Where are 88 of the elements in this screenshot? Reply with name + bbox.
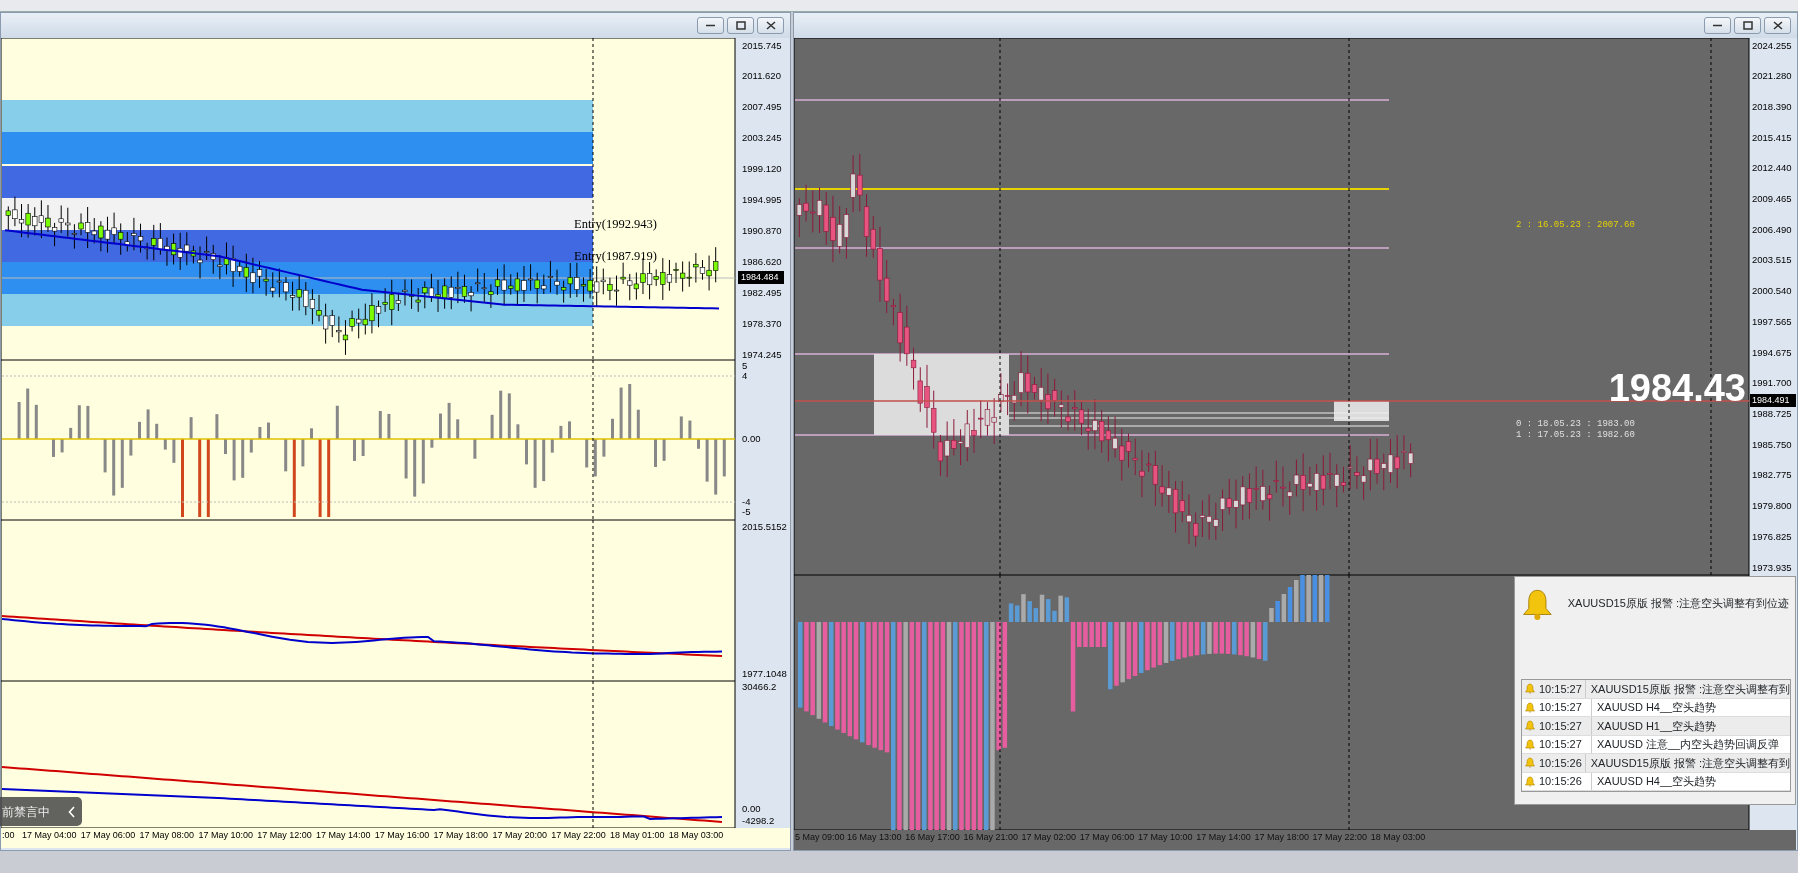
axis-label: -4298.2 xyxy=(742,814,775,826)
price-axis-label: 2009.465 xyxy=(1752,193,1792,205)
time-axis-label: 17 May 10:00 xyxy=(198,830,253,841)
price-axis-label: 2007.495 xyxy=(742,101,782,113)
price-axis-label: 2015.415 xyxy=(1752,131,1792,143)
axis-label: 30466.2 xyxy=(742,681,777,692)
level-label: 1 : 17.05.23 : 1982.60 xyxy=(1516,430,1635,441)
alert-time: 10:15:27 xyxy=(1539,718,1582,734)
price-axis-label: 1982.495 xyxy=(742,286,782,298)
alert-text: XAUUSD H1__空头趋势 xyxy=(1596,718,1717,734)
alert-time: 10:15:26 xyxy=(1539,755,1582,771)
chat-status-label: 前禁言中 xyxy=(2,803,50,821)
price-axis-label: 1990.870 xyxy=(742,224,782,236)
price-axis-label: 2000.540 xyxy=(1752,285,1792,297)
time-axis-label: 17 May 12:00 xyxy=(257,830,312,841)
time-axis-label: 17 May 14:00 xyxy=(1196,832,1251,843)
price-axis-label: 2018.390 xyxy=(1752,100,1792,112)
time-axis-label: 16 May 13:00 xyxy=(847,832,902,843)
level-label: 0 : 18.05.23 : 1983.00 xyxy=(1516,419,1635,430)
price-axis-label: 2011.620 xyxy=(742,70,781,82)
price-axis-label: 2024.255 xyxy=(1752,39,1792,51)
time-axis-label: 18 May 03:00 xyxy=(1370,832,1426,843)
price-axis-label: 1997.565 xyxy=(1752,315,1792,327)
time-axis-label: 17 May 22:00 xyxy=(551,830,606,841)
alert-message: XAUUSD15原版 报警 :注意空头调整有到位迹 xyxy=(1567,596,1789,611)
axis-label: 1977.1048 xyxy=(742,667,787,679)
axis-label: -5 xyxy=(742,505,751,517)
level-label: 2 : 16.05.23 : 2007.60 xyxy=(1516,220,1635,231)
price-axis-label: 2015.745 xyxy=(742,39,782,51)
price-axis-label: 1974.245 xyxy=(742,348,782,360)
alert-time: 10:15:27 xyxy=(1539,737,1582,752)
time-axis-label: 17 May 08:00 xyxy=(139,830,195,841)
price-axis-label: 1999.120 xyxy=(742,163,782,175)
axis-label: 2015.5152 xyxy=(742,520,787,532)
price-axis-label: 2021.280 xyxy=(1752,70,1792,82)
axis-label: 0.00 xyxy=(742,802,761,814)
price-axis-label: 1986.620 xyxy=(742,255,782,267)
alert-time: 10:15:26 xyxy=(1539,774,1582,789)
price-axis-label: 2006.490 xyxy=(1752,223,1792,235)
time-axis-label: 17 May 18:00 xyxy=(1254,832,1309,843)
time-axis-label: 17 May 22:00 xyxy=(1312,832,1368,843)
axis-label: -4 xyxy=(742,495,751,507)
time-axis-label: 17 May 06:00 xyxy=(1079,832,1135,843)
time-axis-label: 17 May 10:00 xyxy=(1138,832,1193,843)
time-axis-label: 17 May 16:00 xyxy=(374,830,430,841)
alert-time: 10:15:27 xyxy=(1539,681,1582,697)
price-axis-label: 1994.995 xyxy=(742,194,782,205)
time-axis-label: 17 May 20:00 xyxy=(492,830,547,841)
axis-label: 5 xyxy=(742,360,748,371)
price-axis-label: 1979.800 xyxy=(1752,500,1792,512)
time-axis-label: 17 May 18:00 xyxy=(433,830,489,841)
price-axis-label: 1982.775 xyxy=(1752,469,1792,481)
time-axis-label: 5 May 09:00 xyxy=(795,832,845,843)
time-axis-label: 16 May 21:00 xyxy=(963,832,1018,843)
current-price-tag: 1984.484 xyxy=(738,271,784,284)
price-axis-label: 1976.825 xyxy=(1752,530,1792,542)
alert-text: XAUUSD15原版 报警 :注意空头调整有到 xyxy=(1589,681,1790,697)
alert-time: 10:15:27 xyxy=(1539,700,1582,715)
price-axis-label: 2012.440 xyxy=(1752,162,1792,174)
price-axis-label: 1991.700 xyxy=(1752,377,1792,389)
time-axis-label: 17 May 06:00 xyxy=(80,830,136,841)
time-axis-label: 17 May 04:00 xyxy=(22,830,77,841)
price-axis-label: 1985.750 xyxy=(1752,438,1792,450)
axis-label: 0.00 xyxy=(742,432,761,444)
time-axis-label: :00 xyxy=(2,830,15,841)
alert-log-row[interactable]: 10:15:26 XAUUSD15原版 报警 :注意空头调整有到 xyxy=(1522,754,1790,773)
time-axis-label: 18 May 01:00 xyxy=(610,830,665,841)
price-axis-label: 2003.515 xyxy=(1752,254,1792,266)
price-axis-label: 1973.935 xyxy=(1752,561,1792,573)
alert-text: XAUUSD15原版 报警 :注意空头调整有到 xyxy=(1589,755,1790,771)
axis-label: 4 xyxy=(742,369,748,381)
alert-log-row[interactable]: 10:15:26 XAUUSD H4__空头趋势 xyxy=(1522,772,1790,791)
alert-log-row[interactable]: 10:15:27 XAUUSD H1__空头趋势 xyxy=(1522,717,1790,736)
alert-text: XAUUSD H4__空头趋势 xyxy=(1596,700,1717,715)
price-axis-label: 2003.245 xyxy=(742,132,782,144)
price-axis-label: 1978.370 xyxy=(742,317,782,329)
alert-text: XAUUSD H4__空头趋势 xyxy=(1596,774,1717,789)
time-axis-label: 16 May 17:00 xyxy=(905,832,960,843)
price-axis-label: 1994.675 xyxy=(1752,346,1792,358)
entry-label: Entry(1992.943) xyxy=(574,216,657,231)
current-price-tag: 1984.491 xyxy=(1750,394,1796,407)
time-axis-label: 18 May 03:00 xyxy=(668,830,724,841)
time-axis-label: 17 May 02:00 xyxy=(1021,832,1077,843)
alert-text: XAUUSD 注意__内空头趋势回调反弹 xyxy=(1596,737,1780,752)
price-axis-label: 1988.725 xyxy=(1752,408,1792,419)
alert-log-row[interactable]: 10:15:27 XAUUSD15原版 报警 :注意空头调整有到 xyxy=(1522,680,1790,699)
big-price-label: 1984.43 xyxy=(1608,367,1746,410)
time-axis-label: 17 May 14:00 xyxy=(316,830,371,841)
